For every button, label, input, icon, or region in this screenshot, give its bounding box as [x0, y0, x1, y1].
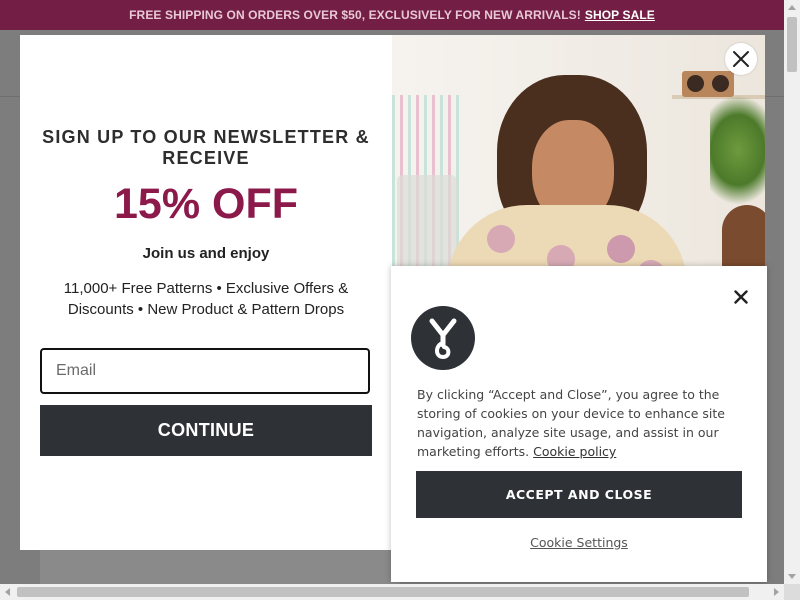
cookie-consent-text: By clicking “Accept and Close”, you agre… — [417, 385, 753, 461]
close-icon — [734, 290, 748, 304]
scrollbar-corner — [784, 584, 800, 600]
vertical-scroll-thumb[interactable] — [787, 17, 797, 72]
email-field[interactable] — [40, 348, 370, 394]
photo-jar — [397, 175, 457, 275]
photo-plant — [710, 95, 765, 205]
horizontal-scrollbar[interactable] — [0, 584, 784, 600]
photo-pot — [722, 205, 765, 275]
newsletter-join-text: Join us and enjoy — [142, 245, 270, 262]
newsletter-form-panel: SIGN UP TO OUR NEWSLETTER & RECEIVE 15% … — [20, 35, 392, 550]
cookie-banner: By clicking “Accept and Close”, you agre… — [391, 266, 767, 582]
photo-speaker — [682, 71, 734, 97]
announcement-bar: FREE SHIPPING ON ORDERS OVER $50, EXCLUS… — [0, 0, 784, 30]
scroll-right-arrow[interactable] — [774, 588, 779, 596]
scroll-down-arrow[interactable] — [788, 574, 796, 579]
newsletter-offer: 15% OFF — [114, 180, 298, 228]
vertical-scrollbar[interactable] — [784, 0, 800, 584]
close-icon — [733, 51, 749, 67]
scroll-up-arrow[interactable] — [788, 5, 796, 10]
announcement-text: FREE SHIPPING ON ORDERS OVER $50, EXCLUS… — [129, 8, 581, 22]
newsletter-heading: SIGN UP TO OUR NEWSLETTER & RECEIVE — [42, 127, 370, 168]
newsletter-benefits: 11,000+ Free Patterns • Exclusive Offers… — [63, 280, 349, 318]
accept-and-close-button[interactable]: ACCEPT AND CLOSE — [416, 471, 742, 518]
scroll-left-arrow[interactable] — [5, 588, 10, 596]
cookie-settings-link[interactable]: Cookie Settings — [391, 535, 767, 550]
horizontal-scroll-thumb[interactable] — [17, 587, 749, 597]
brand-logo-icon — [411, 306, 475, 370]
cookie-close-button[interactable] — [730, 286, 752, 308]
newsletter-close-button[interactable] — [725, 43, 757, 75]
cookie-policy-link[interactable]: Cookie policy — [533, 444, 616, 459]
shop-sale-link[interactable]: SHOP SALE — [585, 8, 655, 22]
continue-button[interactable]: CONTINUE — [40, 405, 372, 456]
